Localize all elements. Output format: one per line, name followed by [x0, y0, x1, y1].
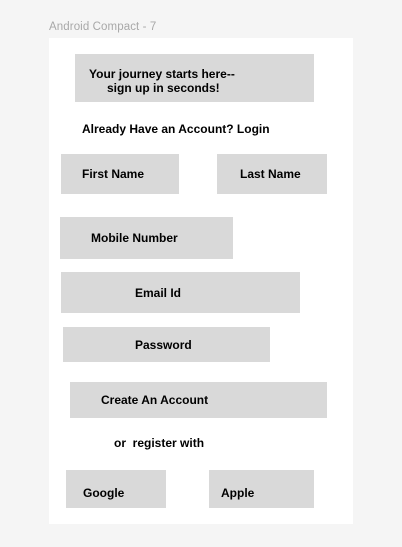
last-name-field[interactable]: Last Name [217, 154, 327, 194]
headline-line-2: sign up in seconds! [107, 81, 220, 95]
email-field[interactable]: Email Id [61, 272, 300, 313]
signup-screen: Your journey starts here-- sign up in se… [49, 38, 353, 524]
email-label: Email Id [135, 285, 182, 300]
mobile-number-label: Mobile Number [91, 231, 178, 245]
first-name-label: First Name [82, 167, 145, 181]
apple-button[interactable]: Apple [209, 470, 314, 508]
login-link[interactable]: Already Have an Account? Login [82, 122, 270, 136]
password-field[interactable]: Password [63, 327, 270, 362]
google-button[interactable]: Google [66, 470, 166, 508]
first-name-field[interactable]: First Name [61, 154, 179, 194]
register-with-label: or register with [114, 436, 205, 450]
headline-line-1: Your journey starts here-- [89, 67, 235, 81]
mobile-number-field[interactable]: Mobile Number [60, 217, 233, 259]
headline-banner: Your journey starts here-- sign up in se… [75, 54, 314, 102]
frame-label: Android Compact - 7 [49, 21, 157, 33]
last-name-label: Last Name [240, 167, 301, 181]
create-account-button[interactable]: Create An Account [70, 382, 327, 418]
google-label: Google [83, 486, 125, 500]
password-label: Password [135, 337, 192, 352]
create-account-label: Create An Account [101, 393, 209, 407]
apple-label: Apple [221, 486, 255, 500]
